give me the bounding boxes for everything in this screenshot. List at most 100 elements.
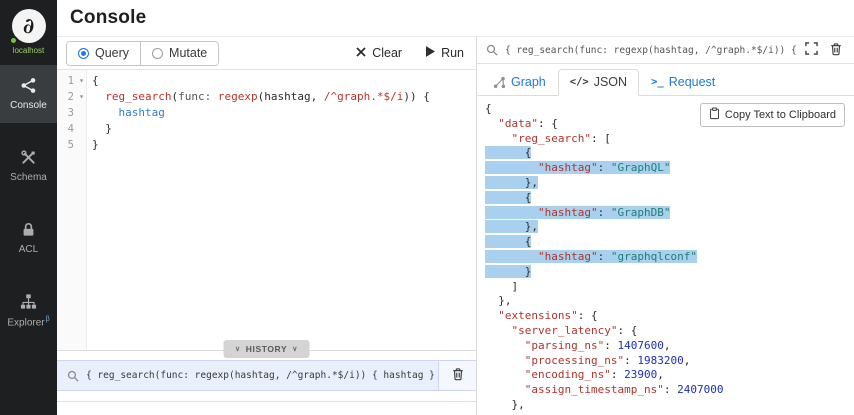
gutter-line: 2 ▾ bbox=[57, 89, 86, 105]
mutate-mode-button[interactable]: Mutate bbox=[140, 41, 219, 65]
search-icon bbox=[486, 44, 498, 56]
ratel-console-app: ∂ localhost Console Schema ACL Explorerβ Co… bbox=[0, 0, 854, 415]
editor-gutter: 1 ▾ 2 ▾ 3 4 5 bbox=[57, 70, 87, 350]
toolbar-actions: Clear Run bbox=[344, 37, 476, 69]
editor-code: { reg_search(func: regexp(hashtag, /^gra… bbox=[87, 70, 476, 350]
x-icon bbox=[356, 46, 366, 60]
results-query-bar: { reg_search(func: regexp(hashtag, /^gra… bbox=[477, 37, 854, 64]
json-line: ] bbox=[485, 279, 519, 293]
sidebar-item-explorer[interactable]: Explorerβ bbox=[0, 281, 57, 340]
radio-selected-icon bbox=[78, 47, 89, 59]
panes: Query Mutate Clear Run 1 ▾ 2 ▾ 3 4 5 {r… bbox=[57, 37, 854, 415]
clear-button-label: Clear bbox=[372, 46, 403, 60]
json-line: "hashtag": "GraphQL" bbox=[485, 161, 854, 176]
editor-line: } bbox=[92, 138, 99, 151]
fold-arrow-icon[interactable]: ▾ bbox=[77, 89, 86, 105]
query-editor[interactable]: 1 ▾ 2 ▾ 3 4 5 { reg_search(func: regexp(hashta… bbox=[57, 70, 476, 350]
line-number: 5 bbox=[67, 139, 74, 151]
expand-results-button[interactable] bbox=[803, 40, 820, 60]
json-line: "hashtag": "graphqlconf" bbox=[485, 249, 854, 265]
selected-text: }, bbox=[485, 220, 538, 234]
json-line: "reg_search": [ bbox=[511, 131, 611, 145]
sidebar-item-console[interactable]: Console bbox=[0, 65, 57, 123]
json-line: { bbox=[485, 235, 854, 250]
clear-button[interactable]: Clear bbox=[344, 46, 414, 60]
sidebar-item-server[interactable]: ∂ localhost bbox=[0, 0, 57, 65]
line-number: 3 bbox=[67, 107, 74, 119]
connection-status-dot bbox=[8, 36, 18, 45]
play-icon bbox=[426, 46, 436, 60]
beta-badge: β bbox=[45, 316, 50, 323]
json-line: "hashtag": "GraphDB" bbox=[485, 205, 854, 221]
gutter-line: 1 ▾ bbox=[57, 73, 86, 89]
fold-arrow-icon[interactable]: ▾ bbox=[77, 73, 86, 89]
json-line: "extensions": { bbox=[498, 309, 598, 323]
graph-icon bbox=[493, 76, 506, 89]
selected-text: "hashtag": "GraphQL" bbox=[485, 161, 671, 175]
selected-text: "hashtag": "graphqlconf" bbox=[485, 249, 697, 263]
gutter-line: 3 bbox=[57, 105, 86, 121]
radio-unselected-icon bbox=[152, 47, 164, 59]
results-tabs: Graph </> JSON >_ Request bbox=[477, 64, 854, 96]
editor-line: hashtag bbox=[118, 106, 165, 119]
json-view: { "data": { "reg_search": [ { "hashtag":… bbox=[477, 96, 854, 413]
server-label: localhost bbox=[12, 46, 45, 55]
selected-text: { bbox=[485, 146, 532, 160]
json-line: } bbox=[485, 264, 854, 280]
line-number: 4 bbox=[67, 123, 74, 135]
sidebar-item-label: Console bbox=[10, 100, 47, 111]
sidebar-item-schema[interactable]: Schema bbox=[0, 137, 57, 195]
json-line: "encoding_ns": 23900, bbox=[524, 368, 664, 382]
json-line: }, bbox=[485, 220, 854, 235]
editor-line: reg_search(func: regexp(hashtag, /^graph… bbox=[105, 90, 430, 103]
run-button-label: Run bbox=[441, 46, 464, 60]
copy-to-clipboard-button[interactable]: Copy Text to Clipboard bbox=[699, 103, 845, 127]
lock-icon bbox=[20, 221, 37, 238]
tools-icon bbox=[20, 149, 37, 166]
history-next-entry-edge bbox=[57, 401, 476, 415]
gutter-line: 4 bbox=[57, 121, 86, 137]
main-area: Console Query Mutate Clear Run 1 ▾ 2 ▾ 3… bbox=[57, 0, 854, 415]
delete-results-button[interactable] bbox=[827, 40, 845, 61]
history-toggle-label: HISTORY bbox=[245, 344, 288, 354]
history-divider: ∨ HISTORY ∨ bbox=[57, 340, 476, 358]
sidebar-item-label: Explorerβ bbox=[7, 316, 50, 329]
query-mode-label: Query bbox=[95, 46, 130, 60]
history-entry[interactable]: { reg_search(func: regexp(hashtag, /^gra… bbox=[57, 360, 476, 391]
tab-label: Request bbox=[668, 75, 716, 89]
search-icon bbox=[67, 370, 79, 382]
gutter-line: 5 bbox=[57, 137, 86, 153]
sidebar-item-label: Schema bbox=[10, 172, 47, 183]
query-mode-button[interactable]: Query bbox=[67, 41, 141, 65]
selected-text: } bbox=[485, 264, 532, 278]
tab-json[interactable]: </> JSON bbox=[557, 69, 640, 96]
sidebar-item-label: ACL bbox=[18, 244, 39, 255]
editor-line: { bbox=[92, 74, 99, 87]
line-number: 1 bbox=[67, 75, 74, 87]
tab-graph[interactable]: Graph bbox=[481, 69, 558, 96]
run-button[interactable]: Run bbox=[414, 46, 476, 60]
history-entry-delete-button[interactable] bbox=[438, 361, 476, 390]
line-number: 2 bbox=[67, 91, 74, 103]
share-network-icon bbox=[20, 77, 37, 94]
sidebar-nav: Console Schema ACL Explorerβ bbox=[0, 65, 57, 354]
tab-label: JSON bbox=[593, 75, 628, 89]
history-entry-query: { reg_search(func: regexp(hashtag, /^gra… bbox=[86, 370, 438, 381]
chevron-down-icon: ∨ bbox=[292, 346, 298, 353]
tab-request[interactable]: >_ Request bbox=[639, 69, 727, 96]
page-header: Console bbox=[57, 0, 854, 37]
history-toggle-button[interactable]: ∨ HISTORY ∨ bbox=[223, 340, 310, 358]
results-pane: { reg_search(func: regexp(hashtag, /^gra… bbox=[477, 37, 854, 415]
json-result-panel: Copy Text to Clipboard { "data": { "reg_… bbox=[477, 96, 854, 415]
clipboard-icon bbox=[709, 107, 720, 123]
dgraph-logo: ∂ bbox=[8, 9, 46, 45]
copy-button-label: Copy Text to Clipboard bbox=[724, 109, 836, 121]
json-line: }, bbox=[485, 397, 525, 411]
tab-label: Graph bbox=[511, 75, 546, 89]
selected-text: }, bbox=[485, 175, 538, 189]
sidebar-item-acl[interactable]: ACL bbox=[0, 209, 57, 267]
trash-icon bbox=[451, 367, 465, 384]
page-title: Console bbox=[70, 7, 147, 28]
dgraph-logo-glyph: ∂ bbox=[22, 12, 35, 38]
json-line: { bbox=[485, 146, 854, 161]
